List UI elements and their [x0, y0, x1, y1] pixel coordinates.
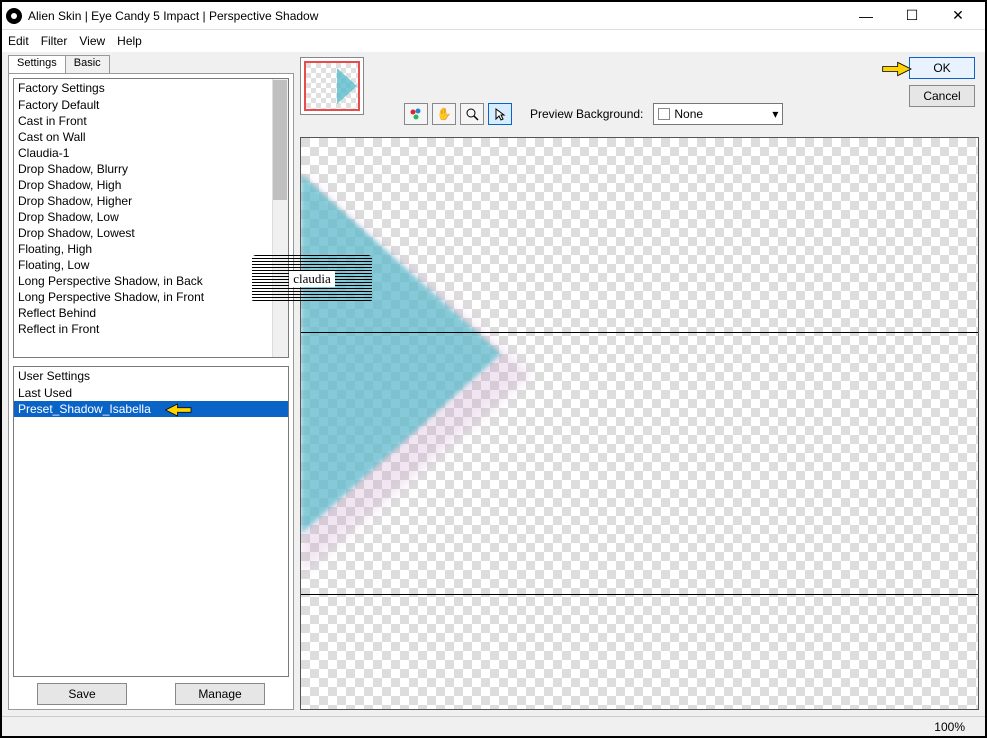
hand-tool-icon[interactable]: ✋: [432, 103, 456, 125]
factory-item[interactable]: Drop Shadow, Higher: [14, 193, 288, 209]
watermark: claudia: [252, 255, 372, 303]
close-button[interactable]: ✕: [935, 2, 981, 30]
scrollbar[interactable]: [272, 79, 288, 357]
preview-bg-select[interactable]: None ▾: [653, 103, 783, 125]
factory-item[interactable]: Drop Shadow, High: [14, 177, 288, 193]
factory-item[interactable]: Cast in Front: [14, 113, 288, 129]
tab-settings[interactable]: Settings: [8, 55, 66, 73]
menu-help[interactable]: Help: [117, 34, 142, 48]
factory-item[interactable]: Drop Shadow, Low: [14, 209, 288, 225]
zoom-level: 100%: [934, 720, 965, 734]
canvas-guides: [301, 332, 978, 595]
factory-item[interactable]: Long Perspective Shadow, in Back: [14, 273, 288, 289]
pointer-icon: [164, 401, 198, 421]
tab-basic[interactable]: Basic: [65, 55, 110, 73]
factory-item[interactable]: Reflect Behind: [14, 305, 288, 321]
app-icon: [6, 8, 22, 24]
factory-header: Factory Settings: [14, 79, 288, 97]
factory-item[interactable]: Drop Shadow, Blurry: [14, 161, 288, 177]
preview-canvas[interactable]: [300, 137, 979, 710]
preview-bg-value: None: [674, 107, 703, 121]
menu-edit[interactable]: Edit: [8, 34, 29, 48]
color-picker-icon[interactable]: [404, 103, 428, 125]
factory-item[interactable]: Cast on Wall: [14, 129, 288, 145]
pointer-icon: [879, 59, 913, 79]
titlebar: Alien Skin | Eye Candy 5 Impact | Perspe…: [2, 2, 985, 30]
menubar: Edit Filter View Help: [2, 30, 985, 52]
window-title: Alien Skin | Eye Candy 5 Impact | Perspe…: [28, 9, 843, 23]
ok-button[interactable]: OK: [909, 57, 975, 79]
user-settings-list[interactable]: User Settings Last UsedPreset_Shadow_Isa…: [13, 366, 289, 677]
factory-item[interactable]: Reflect in Front: [14, 321, 288, 337]
maximize-button[interactable]: ☐: [889, 2, 935, 30]
user-item[interactable]: Preset_Shadow_Isabella: [14, 401, 288, 417]
factory-item[interactable]: Long Perspective Shadow, in Front: [14, 289, 288, 305]
factory-item[interactable]: Claudia-1: [14, 145, 288, 161]
zoom-tool-icon[interactable]: [460, 103, 484, 125]
menu-filter[interactable]: Filter: [41, 34, 68, 48]
preview-bg-label: Preview Background:: [530, 107, 643, 121]
chevron-down-icon: ▾: [772, 107, 778, 121]
preview-thumbnail[interactable]: [300, 57, 364, 115]
factory-item[interactable]: Drop Shadow, Lowest: [14, 225, 288, 241]
save-button[interactable]: Save: [37, 683, 127, 705]
user-item[interactable]: Last Used: [14, 385, 288, 401]
factory-settings-list[interactable]: Factory Settings Factory DefaultCast in …: [13, 78, 289, 358]
statusbar: 100%: [2, 716, 985, 736]
menu-view[interactable]: View: [79, 34, 105, 48]
manage-button[interactable]: Manage: [175, 683, 265, 705]
user-header: User Settings: [14, 367, 288, 385]
scroll-thumb[interactable]: [273, 80, 287, 200]
minimize-button[interactable]: —: [843, 2, 889, 30]
factory-item[interactable]: Factory Default: [14, 97, 288, 113]
pointer-tool-icon[interactable]: [488, 103, 512, 125]
factory-item[interactable]: Floating, High: [14, 241, 288, 257]
cancel-button[interactable]: Cancel: [909, 85, 975, 107]
factory-item[interactable]: Floating, Low: [14, 257, 288, 273]
